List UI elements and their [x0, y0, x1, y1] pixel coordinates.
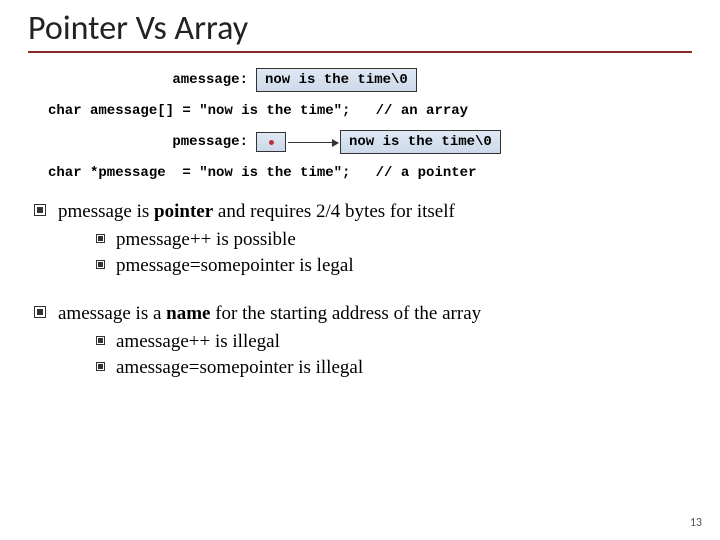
text: amessage is a: [58, 303, 166, 324]
sub-bullet: amessage=somepointer is illegal: [94, 355, 692, 381]
text: and requires 2/4 bytes for itself: [213, 201, 455, 222]
sub-bullet: pmessage=somepointer is legal: [94, 253, 692, 279]
diagram: amessage: now is the time\0 char amessag…: [28, 67, 692, 181]
text: pmessage is: [58, 201, 154, 222]
text-bold: name: [166, 303, 210, 324]
amessage-label: amessage:: [28, 72, 256, 88]
sub-bullet: amessage++ is illegal: [94, 329, 692, 355]
text: for the starting address of the array: [210, 303, 481, 324]
bullet-amessage: amessage is a name for the starting addr…: [32, 301, 692, 381]
bullet-content: pmessage is pointer and requires 2/4 byt…: [28, 199, 692, 381]
pointer-box: [256, 132, 286, 152]
pmessage-target-box: now is the time\0: [340, 130, 501, 154]
array-declaration: char amessage[] = "now is the time"; // …: [48, 103, 692, 119]
dot-icon: [269, 140, 274, 145]
amessage-box: now is the time\0: [256, 68, 417, 92]
arrow-icon: [288, 142, 338, 143]
pointer-declaration: char *pmessage = "now is the time"; // a…: [48, 165, 692, 181]
text-bold: pointer: [154, 201, 213, 222]
page-number: 13: [690, 516, 702, 530]
sub-bullet: pmessage++ is possible: [94, 227, 692, 253]
pmessage-label: pmessage:: [28, 134, 256, 150]
page-title: Pointer Vs Array: [28, 8, 692, 53]
bullet-pmessage: pmessage is pointer and requires 2/4 byt…: [32, 199, 692, 279]
